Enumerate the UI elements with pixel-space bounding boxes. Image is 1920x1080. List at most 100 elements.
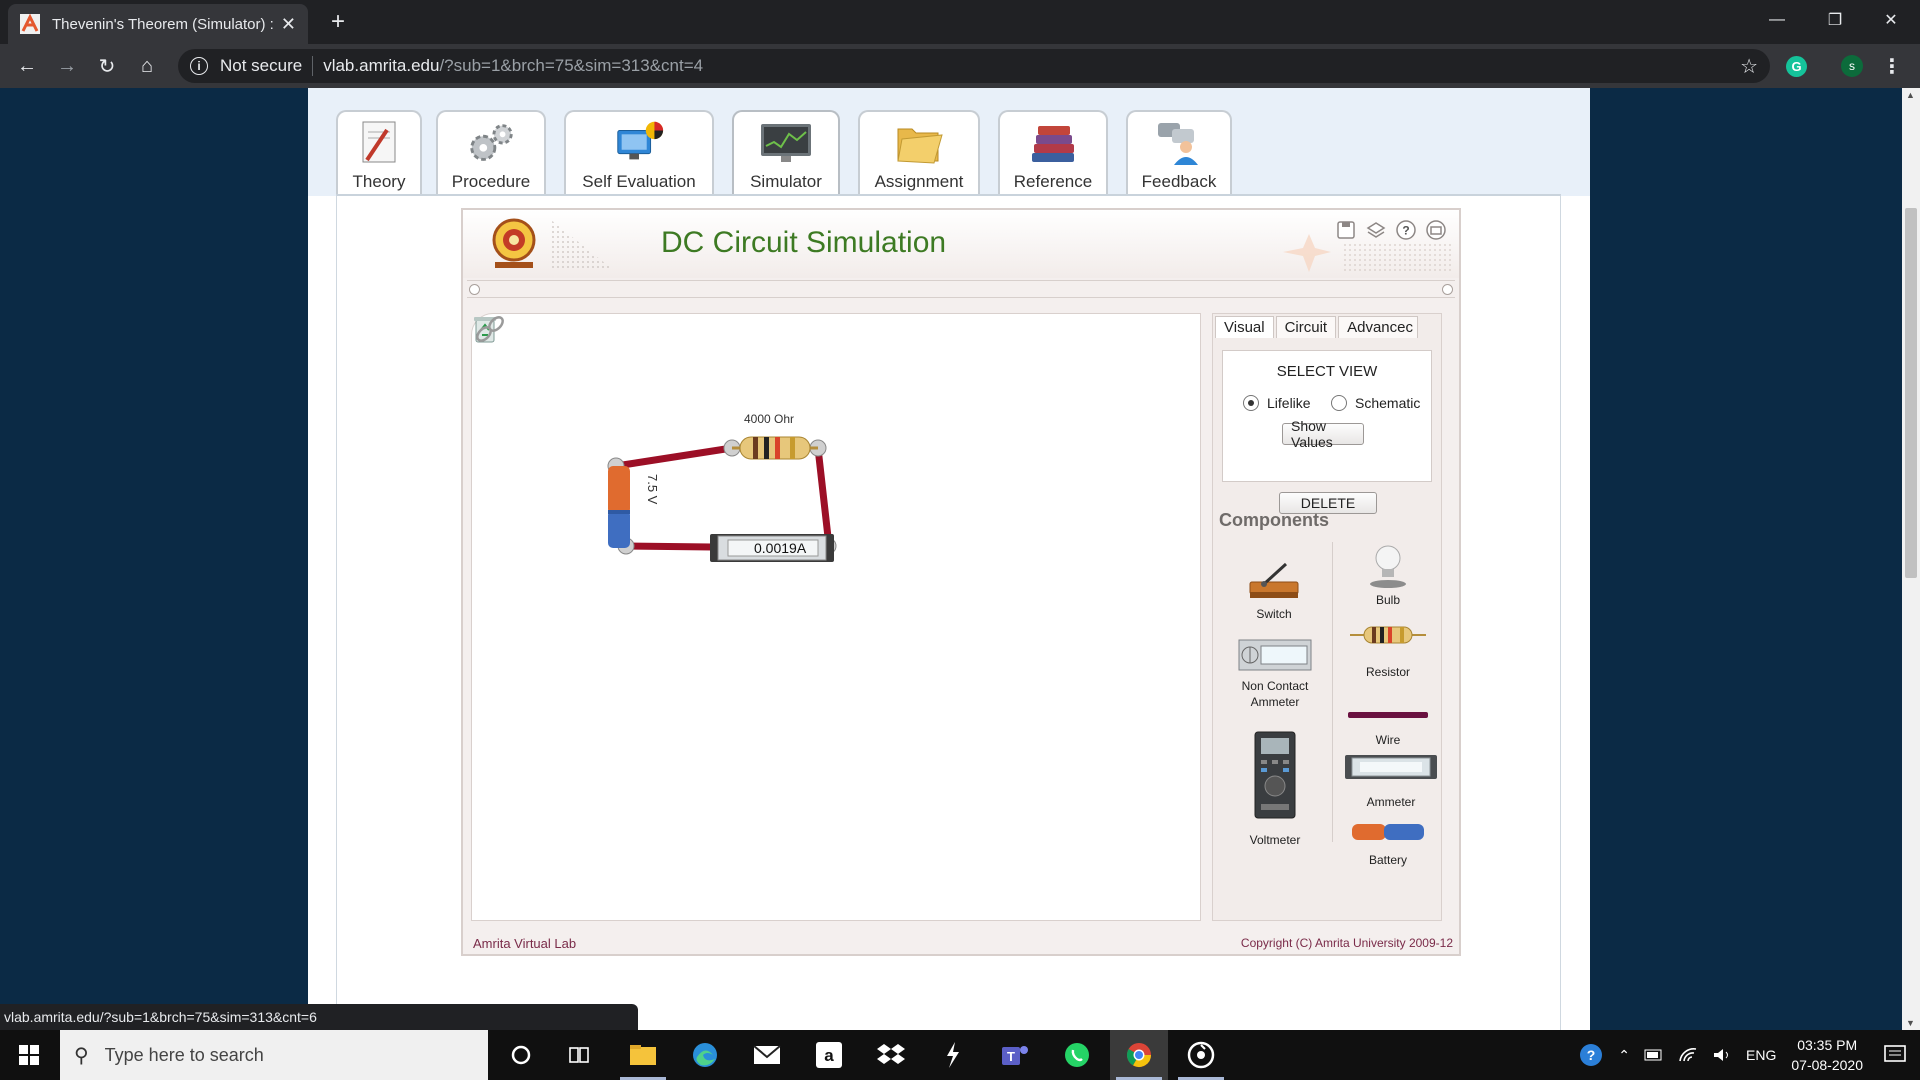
chrome-icon[interactable] (1110, 1030, 1168, 1080)
reload-icon[interactable]: ↻ (92, 51, 122, 81)
minimize-button[interactable]: — (1748, 0, 1806, 40)
dropbox-icon[interactable] (862, 1030, 920, 1080)
radio-label: Schematic (1355, 395, 1421, 411)
home-icon[interactable]: ⌂ (132, 51, 162, 81)
task-view-icon[interactable] (550, 1030, 608, 1080)
tab-assignment[interactable]: Assignment (858, 110, 980, 196)
resistor-component[interactable] (732, 436, 818, 460)
back-icon[interactable]: ← (12, 51, 42, 81)
info-icon[interactable]: i (190, 57, 208, 75)
windows-logo-icon (19, 1045, 39, 1065)
tab-close-icon[interactable]: ✕ (281, 14, 296, 35)
winamp-icon[interactable] (924, 1030, 982, 1080)
component-label: Resistor (1365, 665, 1410, 679)
tab-circuit[interactable]: Circuit (1275, 316, 1337, 338)
tab-advanced[interactable]: Advancec (1338, 316, 1418, 338)
windows-taskbar: ⚲ Type here to search a T ? ⌃ ENG 03:35 … (0, 1030, 1920, 1080)
bookmark-star-icon[interactable]: ☆ (1740, 54, 1758, 79)
profile-avatar[interactable]: s (1841, 55, 1863, 77)
scroll-down-icon[interactable]: ▼ (1906, 1018, 1915, 1028)
battery-tray-icon[interactable] (1644, 1049, 1664, 1061)
books-icon (1026, 118, 1080, 168)
switch-icon (1249, 562, 1299, 598)
tab-self-evaluation[interactable]: Self Evaluation (564, 110, 714, 196)
load-icon[interactable] (1365, 219, 1387, 241)
url-separator (312, 56, 314, 76)
volume-icon[interactable] (1712, 1047, 1732, 1063)
amazon-icon[interactable]: a (800, 1030, 858, 1080)
save-icon[interactable] (1335, 219, 1357, 241)
battery-component[interactable] (608, 466, 630, 548)
edge-icon[interactable] (676, 1030, 734, 1080)
address-bar[interactable]: i Not secure vlab.amrita.edu /?sub=1&brc… (178, 49, 1770, 83)
help-icon[interactable]: ? (1395, 219, 1417, 241)
tab-reference[interactable]: Reference (998, 110, 1108, 196)
ammeter-reading: 0.0019A (754, 540, 807, 556)
circuit-canvas[interactable]: 7.5 V 4000 Ohr 0.0019A (471, 313, 1201, 921)
clock[interactable]: 03:35 PM 07-08-2020 (1791, 1035, 1863, 1075)
restore-button[interactable]: ❐ (1806, 0, 1864, 40)
dc-circuit-simulator: DC Circuit Simulation ? 7.5 V 4000 Ohr 0… (461, 208, 1461, 956)
forward-icon[interactable]: → (52, 51, 82, 81)
radio-circle (1243, 395, 1259, 411)
radio-schematic[interactable]: Schematic (1331, 395, 1420, 411)
start-button[interactable] (0, 1030, 58, 1080)
language-indicator[interactable]: ENG (1746, 1047, 1776, 1063)
resistor-label: 4000 Ohr (744, 412, 794, 426)
tab-label: Self Evaluation (582, 172, 696, 191)
bulb-icon (1370, 545, 1406, 588)
mail-icon[interactable] (738, 1030, 796, 1080)
simulator-title: DC Circuit Simulation (661, 226, 947, 259)
close-window-button[interactable]: ✕ (1862, 0, 1920, 40)
wire-right[interactable] (814, 444, 833, 550)
browser-tab[interactable]: Thevenin's Theorem (Simulator) : ✕ (8, 4, 308, 44)
component-battery[interactable]: Battery (1343, 822, 1433, 868)
browser-menu-icon[interactable]: ⋮ (1882, 54, 1902, 79)
cortana-icon[interactable] (492, 1030, 550, 1080)
file-explorer-icon[interactable] (614, 1030, 672, 1080)
non-contact-ammeter-icon (1238, 639, 1312, 671)
whatsapp-icon[interactable] (1048, 1030, 1106, 1080)
grammarly-extension-icon[interactable]: G (1786, 56, 1807, 77)
scrollbar-thumb[interactable] (1905, 208, 1917, 578)
page-scrollbar[interactable]: ▲ ▼ (1902, 88, 1920, 1030)
component-non-contact-ammeter[interactable]: Non Contact Ammeter (1227, 638, 1323, 710)
wifi-icon[interactable] (1678, 1047, 1698, 1063)
component-resistor[interactable]: Resistor (1343, 624, 1433, 680)
media-icon[interactable] (1172, 1030, 1230, 1080)
svg-text:T: T (1007, 1049, 1015, 1064)
tab-visual[interactable]: Visual (1215, 316, 1274, 338)
component-bulb[interactable]: Bulb (1343, 542, 1433, 608)
component-voltmeter[interactable]: Voltmeter (1235, 730, 1315, 848)
scroll-up-icon[interactable]: ▲ (1906, 90, 1915, 100)
simulator-header: DC Circuit Simulation ? (463, 210, 1459, 278)
help-tray-icon[interactable]: ? (1578, 1042, 1604, 1068)
tab-feedback[interactable]: Feedback (1126, 110, 1232, 196)
notifications-icon[interactable] (1884, 1045, 1906, 1065)
show-values-button[interactable]: Show Values (1282, 418, 1364, 450)
taskbar-search-input[interactable]: ⚲ Type here to search (60, 1030, 488, 1080)
tab-theory[interactable]: Theory (336, 110, 422, 196)
tab-procedure[interactable]: Procedure (436, 110, 546, 196)
amrita-favicon-icon (20, 14, 40, 34)
component-ammeter[interactable]: Ammeter (1343, 754, 1439, 810)
wire-bottom-left[interactable] (622, 542, 716, 551)
tab-label: Feedback (1141, 172, 1217, 191)
component-wire[interactable]: Wire (1343, 710, 1433, 748)
radio-lifelike[interactable]: Lifelike (1243, 395, 1311, 411)
wire-top-left[interactable] (612, 444, 736, 470)
new-tab-button[interactable]: + (322, 6, 354, 38)
component-label: Wire (1375, 733, 1401, 747)
theory-icon (352, 118, 406, 168)
chevron-up-icon[interactable]: ⌃ (1618, 1047, 1630, 1064)
browser-tab-strip: Thevenin's Theorem (Simulator) : ✕ + — ❐… (0, 0, 1920, 44)
component-label: Ammeter (1366, 795, 1416, 809)
teams-icon[interactable]: T (986, 1030, 1044, 1080)
component-label: Battery (1368, 853, 1407, 867)
tab-simulator[interactable]: Simulator (732, 110, 840, 196)
feedback-icon (1152, 118, 1206, 168)
panel-tab-bar: Visual Circuit Advancec (1215, 316, 1420, 338)
fullscreen-icon[interactable] (1425, 219, 1447, 241)
component-switch[interactable]: Switch (1229, 558, 1319, 622)
connector-link-icon[interactable] (472, 314, 508, 344)
